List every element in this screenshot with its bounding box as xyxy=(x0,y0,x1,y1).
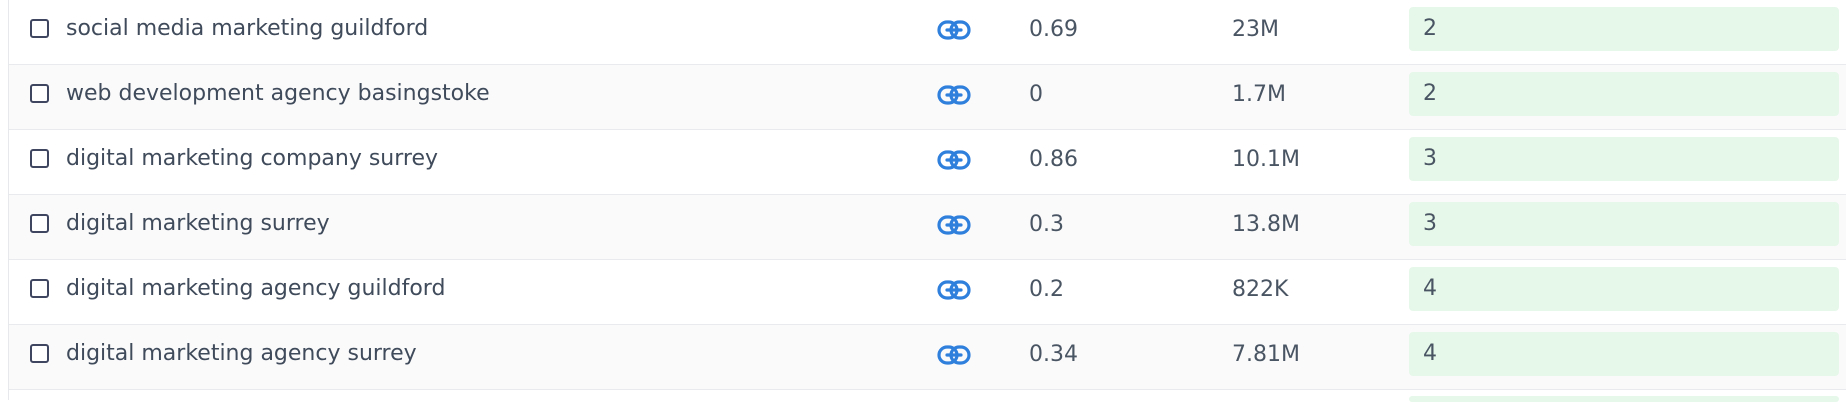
volume-value: 1.7M xyxy=(1232,82,1286,107)
row-checkbox[interactable] xyxy=(30,149,49,168)
keyword-text: digital marketing agency guildford xyxy=(66,276,446,301)
rank-cell: 4 xyxy=(1409,332,1839,376)
keyword-text: digital marketing company surrey xyxy=(66,146,439,171)
keyword-text: web development agency basingstoke xyxy=(66,81,490,106)
table-row: social media marketing guildford 0.69 23… xyxy=(9,0,1846,65)
table-row: digital marketing agency guildford 0.2 8… xyxy=(9,260,1846,325)
rank-cell: 2 xyxy=(1409,72,1839,116)
table-row: digital marketing surrey 0.3 13.8M 3 xyxy=(9,195,1846,260)
link-icon[interactable] xyxy=(936,279,972,301)
volume-value: 822K xyxy=(1232,277,1289,302)
rank-value: 3 xyxy=(1423,211,1437,236)
rank-value: 2 xyxy=(1423,81,1437,106)
cpc-value: 0 xyxy=(1029,82,1043,107)
link-icon[interactable] xyxy=(936,344,972,366)
cpc-value: 0.34 xyxy=(1029,342,1078,367)
row-checkbox[interactable] xyxy=(30,19,49,38)
volume-value: 7.81M xyxy=(1232,342,1300,367)
rank-value: 4 xyxy=(1423,276,1437,301)
cpc-value: 0.69 xyxy=(1029,17,1078,42)
link-icon[interactable] xyxy=(936,214,972,236)
rank-value: 2 xyxy=(1423,16,1437,41)
row-checkbox[interactable] xyxy=(30,344,49,363)
link-icon[interactable] xyxy=(936,19,972,41)
table-row: web development agency basingstoke 0 1.7… xyxy=(9,65,1846,130)
rank-cell: 4 xyxy=(1409,267,1839,311)
volume-value: 23M xyxy=(1232,17,1279,42)
volume-value: 10.1M xyxy=(1232,147,1300,172)
rank-value: 4 xyxy=(1423,341,1437,366)
table-row: digital marketing company surrey 0.86 10… xyxy=(9,130,1846,195)
keyword-text: digital marketing surrey xyxy=(66,211,330,236)
row-checkbox[interactable] xyxy=(30,279,49,298)
row-checkbox[interactable] xyxy=(30,214,49,233)
cpc-value: 0.2 xyxy=(1029,277,1064,302)
rank-cell: 3 xyxy=(1409,137,1839,181)
rank-cell: 2 xyxy=(1409,7,1839,51)
cpc-value: 0.3 xyxy=(1029,212,1064,237)
keyword-table: social media marketing guildford 0.69 23… xyxy=(8,0,1846,402)
link-icon[interactable] xyxy=(936,84,972,106)
cpc-value: 0.86 xyxy=(1029,147,1078,172)
table-row: digital marketing agency surrey 0.34 7.8… xyxy=(9,325,1846,390)
volume-value: 13.8M xyxy=(1232,212,1300,237)
link-icon[interactable] xyxy=(936,149,972,171)
row-checkbox[interactable] xyxy=(30,84,49,103)
keyword-text: digital marketing agency surrey xyxy=(66,341,417,366)
rank-cell: 3 xyxy=(1409,202,1839,246)
next-row-rank-cell xyxy=(1409,396,1839,402)
rank-value: 3 xyxy=(1423,146,1437,171)
keyword-text: social media marketing guildford xyxy=(66,16,429,41)
